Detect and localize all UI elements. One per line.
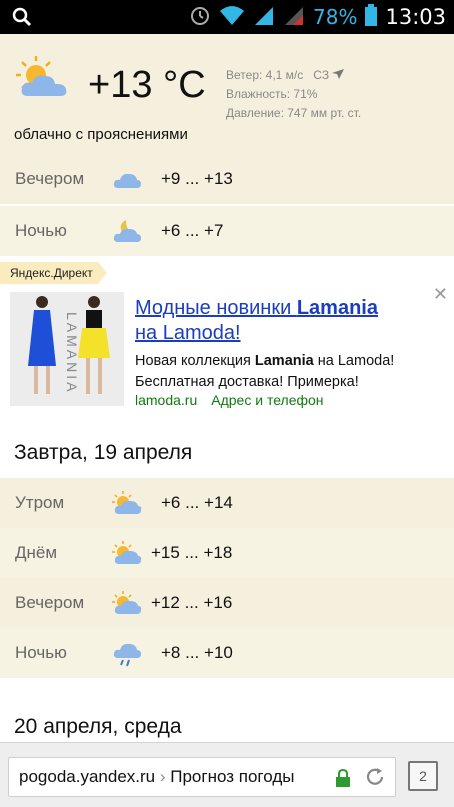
sun-cloud-icon bbox=[14, 54, 72, 105]
ad-block[interactable]: Яндекс.Директ LAMANIA ✕ Модные новинки L… bbox=[0, 262, 454, 422]
row-label: Утром bbox=[15, 493, 65, 512]
signal-icon-2 bbox=[283, 4, 305, 31]
forecast-row-evening-tomorrow: Вечером +12 ... +16 bbox=[0, 578, 454, 628]
forecast-row-night: Ночью +6 ... +7 bbox=[0, 206, 454, 256]
ad-image[interactable]: LAMANIA bbox=[10, 292, 124, 406]
temp-range: +6 ... +14 bbox=[161, 493, 233, 512]
sun-cloud-icon bbox=[112, 540, 142, 566]
temp-to: +16 bbox=[203, 593, 233, 612]
wind-arrow-icon bbox=[332, 68, 345, 82]
ad-title-part-2: на Lamoda! bbox=[135, 322, 241, 344]
ad-links: lamoda.ru Адрес и телефон bbox=[135, 392, 338, 408]
ad-text-part-2: на Lamoda! bbox=[313, 353, 395, 369]
temp-range: +15 ... +18 bbox=[151, 543, 233, 562]
row-label: Вечером bbox=[15, 593, 85, 612]
temp-range: +8 ... +10 bbox=[161, 643, 233, 662]
wind-speed: Ветер: 4,1 м/с bbox=[226, 68, 304, 82]
battery-percent: 78% bbox=[313, 5, 358, 29]
row-label: Вечером bbox=[15, 169, 85, 188]
ad-tag: Яндекс.Директ bbox=[0, 262, 107, 284]
temp-range: +12 ... +16 bbox=[151, 593, 233, 612]
close-icon[interactable]: ✕ bbox=[433, 284, 448, 305]
temp-from: +6 bbox=[161, 493, 181, 512]
moon-cloud-icon bbox=[112, 218, 142, 244]
row-label: Ночью bbox=[15, 643, 67, 662]
clock: 13:03 bbox=[385, 5, 446, 29]
alarm-icon bbox=[189, 4, 211, 31]
url-page-title: Прогноз погоды bbox=[170, 767, 295, 786]
temp-range: +6 ... +7 bbox=[161, 221, 224, 240]
temp-from: +8 bbox=[161, 643, 181, 662]
battery-icon bbox=[365, 3, 378, 31]
temp-to: +14 bbox=[204, 493, 233, 512]
forecast-row-day: Днём +15 ... +18 bbox=[0, 528, 454, 578]
wind-line: Ветер: 4,1 м/с СЗ bbox=[226, 66, 361, 85]
ad-image-brand: LAMANIA bbox=[64, 312, 80, 394]
status-bar: 78% 13:03 bbox=[0, 0, 454, 34]
temp-range: +9 ... +13 bbox=[161, 169, 233, 188]
ad-title-link[interactable]: Модные новинки Lamania на Lamoda! bbox=[135, 296, 378, 346]
temp-to: +7 bbox=[204, 221, 224, 240]
ad-title-part: Модные новинки bbox=[135, 297, 297, 319]
temp-to: +10 bbox=[204, 643, 233, 662]
temp-from: +15 bbox=[151, 543, 180, 562]
url-separator: › bbox=[159, 767, 166, 786]
signal-icon bbox=[253, 4, 275, 31]
forecast-row-morning: Утром +6 ... +14 bbox=[0, 478, 454, 528]
browser-address-bar: pogoda.yandex.ru › Прогноз погоды 2 bbox=[0, 742, 454, 807]
temp-to: +13 bbox=[204, 169, 233, 188]
ad-text-brand: Lamania bbox=[254, 353, 314, 369]
tomorrow-heading: Завтра, 19 апреля bbox=[14, 441, 193, 464]
weather-description: облачно с прояснениями bbox=[14, 126, 188, 143]
pressure: Давление: 747 мм рт. ст. bbox=[226, 106, 362, 120]
humidity: Влажность: 71% bbox=[226, 87, 318, 101]
ad-text-part: Новая коллекция bbox=[135, 353, 255, 369]
lock-icon bbox=[335, 768, 351, 793]
temp-from: +6 bbox=[161, 221, 181, 240]
tabs-button[interactable]: 2 bbox=[408, 761, 438, 791]
current-temperature: +13 °C bbox=[88, 64, 206, 106]
wind-direction: СЗ bbox=[313, 68, 330, 82]
ad-address-link[interactable]: Адрес и телефон bbox=[211, 392, 323, 408]
temp-from: +12 bbox=[151, 593, 180, 612]
current-weather: +13 °C Ветер: 4,1 м/с СЗ Влажность: 71% … bbox=[0, 34, 454, 154]
wifi-icon bbox=[219, 4, 245, 31]
ad-title-brand: Lamania bbox=[296, 297, 378, 319]
sun-cloud-icon bbox=[112, 490, 142, 516]
rain-cloud-icon bbox=[112, 640, 142, 667]
ad-text: Новая коллекция Lamania на Lamoda! Беспл… bbox=[135, 351, 394, 393]
url-text[interactable]: pogoda.yandex.ru › Прогноз погоды bbox=[19, 767, 329, 787]
temp-to: +18 bbox=[203, 543, 233, 562]
url-field[interactable]: pogoda.yandex.ru › Прогноз погоды bbox=[8, 757, 396, 797]
ad-text-line2: Бесплатная доставка! Примерка! bbox=[135, 374, 359, 390]
cloud-icon bbox=[112, 166, 142, 192]
reload-icon[interactable] bbox=[364, 766, 386, 793]
row-label: Днём bbox=[15, 543, 58, 562]
url-host: pogoda.yandex.ru bbox=[19, 767, 156, 786]
ad-domain-link[interactable]: lamoda.ru bbox=[135, 392, 197, 408]
row-label: Ночью bbox=[15, 221, 67, 240]
sun-cloud-icon bbox=[112, 590, 142, 616]
forecast-row-night-tomorrow: Ночью +8 ... +10 bbox=[0, 628, 454, 678]
temp-from: +9 bbox=[161, 169, 181, 188]
current-details: Ветер: 4,1 м/с СЗ Влажность: 71% Давлени… bbox=[226, 66, 361, 123]
forecast-row-evening: Вечером +9 ... +13 bbox=[0, 154, 454, 204]
search-icon[interactable] bbox=[12, 7, 32, 32]
next-day-heading: 20 апреля, среда bbox=[14, 715, 182, 738]
